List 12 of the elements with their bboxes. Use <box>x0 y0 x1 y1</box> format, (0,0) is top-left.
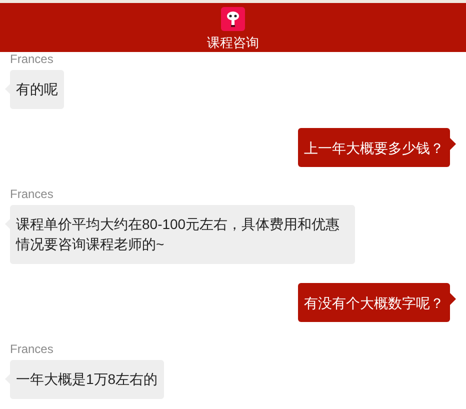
sender-name: Frances <box>10 187 54 201</box>
received-message: 一年大概是1万8左右的 <box>10 360 164 399</box>
bubble-tail <box>450 138 456 150</box>
header-title: 课程咨询 <box>207 35 259 50</box>
sender-name: Frances <box>10 52 54 66</box>
sender-name: Frances <box>10 342 54 356</box>
received-message: 有的呢 <box>10 70 64 109</box>
sent-message: 上一年大概要多少钱？ <box>298 128 450 167</box>
received-message: 课程单价平均大约在80-100元左右，具体费用和优惠情况要咨询课程老师的~ <box>10 205 355 264</box>
bubble-tail <box>450 293 456 305</box>
sent-message: 有没有个大概数字呢？ <box>298 283 450 322</box>
logo-icon <box>221 7 245 31</box>
